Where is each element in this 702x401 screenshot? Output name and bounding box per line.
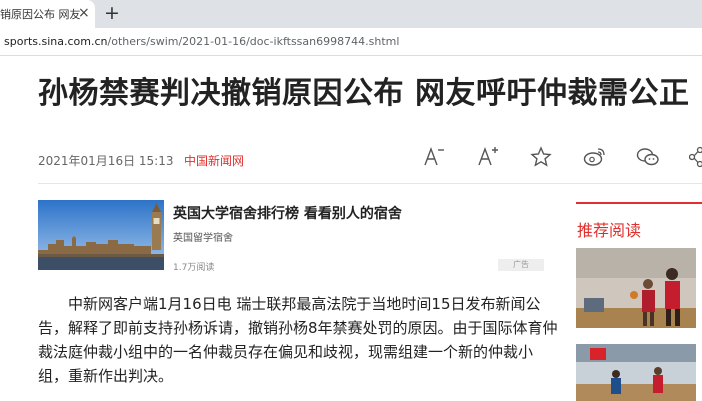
recommended-thumbnail-basketball[interactable] xyxy=(576,248,696,328)
ad-thumbnail-image[interactable] xyxy=(38,200,164,270)
new-tab-button[interactable]: + xyxy=(104,3,120,23)
tab-title: 销原因公布 网友 xyxy=(0,8,81,21)
font-decrease-icon[interactable] xyxy=(423,146,445,168)
share-icon[interactable] xyxy=(689,146,702,168)
url-path: /others/swim/2021-01-16/doc-ikftssan6998… xyxy=(107,35,400,48)
font-increase-icon[interactable] xyxy=(477,146,499,168)
ad-title-link[interactable]: 英国大学宿舍排行榜 看看别人的宿舍 xyxy=(173,203,402,223)
star-icon[interactable] xyxy=(530,146,552,168)
article-paragraph: 中新网客户端1月16日电 瑞士联邦最高法院于当地时间15日发布新闻公告，解释了即… xyxy=(38,292,558,388)
wechat-icon[interactable] xyxy=(636,146,660,168)
ad-view-count: 1.7万阅读 xyxy=(173,263,215,273)
article-source-link[interactable]: 中国新闻网 xyxy=(184,152,244,169)
browser-tab[interactable]: 销原因公布 网友 × xyxy=(0,0,95,28)
recommended-reading-title: 推荐阅读 xyxy=(577,221,642,240)
paragraph-text: 中新网客户端1月16日电 瑞士联邦最高法院于当地时间15日发布新闻公告，解释了即… xyxy=(38,295,558,385)
browser-tab-bar: 销原因公布 网友 × + xyxy=(0,0,702,28)
recommended-thumbnail-game[interactable] xyxy=(576,344,696,401)
meta-divider xyxy=(38,183,702,184)
rail-accent-bar xyxy=(576,202,702,204)
ad-badge: 广告 xyxy=(498,259,544,271)
ad-subtitle: 英国留学宿舍 xyxy=(173,233,233,244)
weibo-icon[interactable] xyxy=(583,146,607,168)
article-headline: 孙杨禁赛判决撤销原因公布 网友呼吁仲裁需公正 xyxy=(38,76,690,111)
tab-close-button[interactable]: × xyxy=(78,5,90,21)
address-bar[interactable]: sports.sina.com.cn/others/swim/2021-01-1… xyxy=(0,28,702,56)
url-host: sports.sina.com.cn xyxy=(4,35,108,48)
article-date: 2021年01月16日 15:13 xyxy=(38,154,174,168)
url-text[interactable]: sports.sina.com.cn/others/swim/2021-01-1… xyxy=(4,35,399,48)
